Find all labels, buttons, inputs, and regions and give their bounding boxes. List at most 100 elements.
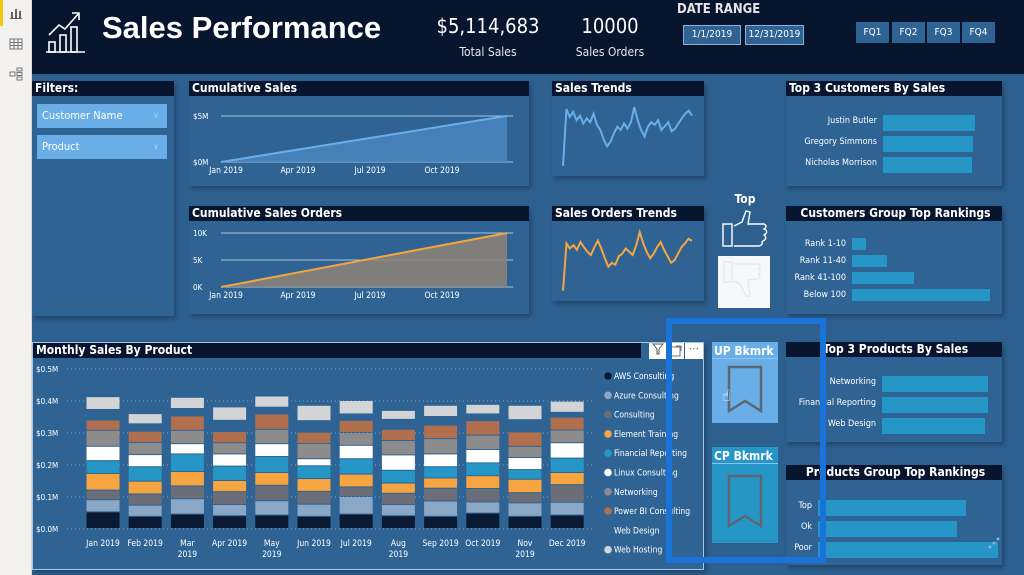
bar-segment — [424, 439, 458, 454]
chart-title: Top 3 Customers By Sales — [786, 81, 1002, 96]
bar-segment — [213, 443, 247, 454]
x-tick-label: Aug — [391, 539, 406, 549]
focus-mode-icon[interactable] — [668, 343, 684, 359]
monthly-sales-plot: $0.0M $0.1M $0.2M $0.3M $0.4M $0.5M Jan 2019 Fe… — [36, 365, 690, 560]
table-icon[interactable] — [9, 37, 23, 51]
model-icon[interactable] — [9, 67, 23, 81]
product-slicer[interactable]: Product ∨ — [37, 135, 167, 159]
legend-label: Linux Consulting — [614, 469, 678, 479]
x-tick-label: 2019 — [262, 550, 282, 560]
bar-segment — [381, 410, 415, 419]
bar-segment — [86, 420, 120, 430]
x-tick-label: Oct 2019 — [465, 539, 500, 549]
bar-segment — [466, 404, 500, 414]
bar[interactable] — [818, 500, 966, 516]
bar-label: Below 100 — [803, 290, 846, 300]
legend-label: Power BI Consulting — [614, 507, 690, 517]
cursor-hand-icon: ☝ — [722, 386, 731, 405]
legend-dot — [604, 488, 612, 496]
bar[interactable] — [852, 289, 990, 301]
thumbs-up-icon[interactable] — [720, 208, 770, 250]
date-start-input[interactable]: 1/1/2019 — [683, 25, 741, 45]
fq2-button[interactable]: FQ2 — [892, 22, 925, 43]
cp-bookmark-button[interactable]: CP Bkmrk — [712, 447, 778, 543]
more-options-icon[interactable]: ⋯ — [685, 343, 703, 359]
bar-label: Top — [798, 501, 812, 511]
fq1-button[interactable]: FQ1 — [856, 22, 889, 43]
date-end-input[interactable]: 12/31/2019 — [745, 25, 804, 45]
legend-label: Financial Reporting — [614, 449, 687, 459]
filters-title: Filters: — [32, 81, 174, 96]
bar-segment — [466, 489, 500, 502]
x-tick-label: Apr 2019 — [280, 291, 315, 301]
chevron-down-icon: ∨ — [153, 142, 159, 152]
bar[interactable] — [818, 521, 957, 537]
bar-segment — [508, 405, 542, 420]
thumbs-down-button[interactable] — [718, 256, 770, 308]
bar-label: Poor — [794, 543, 812, 553]
bar[interactable] — [882, 397, 988, 413]
bar-segment — [466, 513, 500, 528]
bar-segment — [297, 405, 331, 421]
bar[interactable] — [882, 376, 988, 392]
bar-segment — [170, 499, 204, 514]
bar[interactable] — [852, 238, 866, 250]
legend-dot — [604, 507, 612, 515]
bar-segment — [128, 424, 162, 431]
trend-line — [562, 228, 693, 291]
slicer-label: Product — [42, 140, 80, 153]
bar-segment — [128, 516, 162, 528]
bar[interactable] — [883, 136, 974, 152]
fq3-button[interactable]: FQ3 — [927, 22, 960, 43]
bar[interactable] — [852, 272, 915, 284]
top-customers-chart: Top 3 Customers By Sales Justin Butler Gr… — [786, 81, 1002, 186]
bar[interactable] — [818, 542, 998, 558]
bar-segment — [466, 414, 500, 421]
bar[interactable] — [882, 418, 985, 434]
cumulative-orders-plot: 0K 5K 10K Jan 2019 Apr 2019 Jul 2019 Oct 2019 — [193, 229, 513, 301]
bar-label: Rank 41-100 — [794, 273, 846, 283]
bar-segment — [86, 430, 120, 446]
bar-segment — [508, 493, 542, 503]
bar-segment — [339, 514, 373, 528]
bar-segment — [550, 417, 584, 430]
legend-dot — [604, 372, 612, 380]
customer-rankings-chart: Customers Group Top Rankings Rank 1-10 Ra… — [786, 206, 1002, 314]
thumbs-down-icon — [723, 261, 761, 297]
x-tick-label: Jan 2019 — [85, 539, 120, 549]
bar-segment — [297, 459, 331, 466]
bar-segment — [86, 490, 120, 500]
y-tick-label: $0.0M — [36, 525, 58, 534]
legend-dot — [604, 410, 612, 419]
bar-segment — [170, 486, 204, 499]
bar[interactable] — [883, 157, 973, 173]
bar-segment — [550, 485, 584, 502]
bar-segment — [297, 504, 331, 516]
bar-segment — [213, 454, 247, 466]
bar-segment — [381, 493, 415, 504]
bar-label: Networking — [829, 377, 876, 387]
y-tick-label: $0.5M — [36, 365, 58, 374]
bar-label: Justin Butler — [827, 116, 877, 126]
bar-segment — [297, 443, 331, 459]
fq4-button[interactable]: FQ4 — [962, 22, 995, 43]
bar-segment — [128, 455, 162, 467]
x-tick-label: 2019 — [389, 550, 409, 560]
bar-segment — [550, 502, 584, 515]
bar-segment — [128, 467, 162, 481]
up-bookmark-button[interactable]: UP Bkmrk ☝ — [712, 342, 778, 423]
bar-segment — [508, 432, 542, 446]
report-icon[interactable] — [9, 6, 23, 20]
bar-segment — [170, 409, 204, 416]
bar-segment — [381, 483, 415, 493]
filter-icon[interactable] — [649, 343, 667, 359]
resize-handle-icon[interactable] — [984, 535, 1002, 553]
bar[interactable] — [852, 255, 887, 267]
cumulative-sales-chart: Cumulative Sales $0M $5M Jan 2019 Apr 2019 J… — [189, 81, 529, 186]
x-tick-label: Dec 2019 — [549, 539, 586, 549]
legend-dot — [604, 545, 612, 554]
y-tick-label: $0.3M — [36, 429, 58, 438]
customer-name-slicer[interactable]: Customer Name ∨ — [37, 104, 167, 128]
bar-segment — [213, 420, 247, 432]
bar[interactable] — [883, 115, 975, 131]
